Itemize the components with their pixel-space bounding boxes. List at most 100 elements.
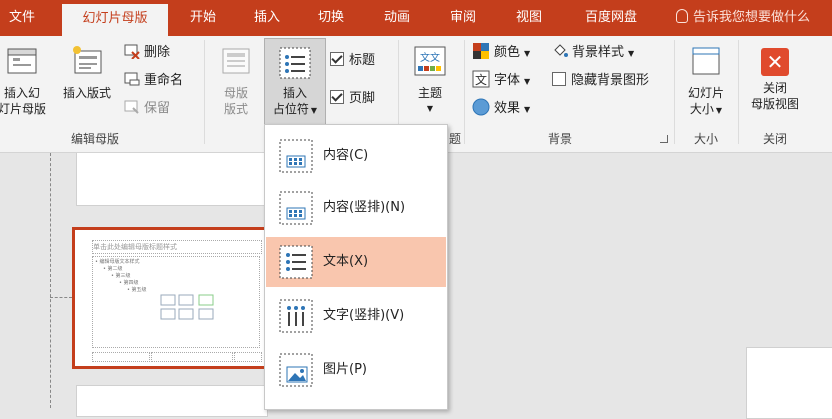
tab-transitions[interactable]: 切换 xyxy=(308,0,354,36)
menu-item-text-label: 文本(X) xyxy=(323,254,369,269)
tab-baidu-netdisk[interactable]: 百度网盘 xyxy=(572,0,650,36)
content-vertical-placeholder-icon xyxy=(279,191,313,225)
slide-master-icon xyxy=(7,48,37,74)
thumbnail-level-2: • 第二级 xyxy=(103,266,123,272)
tab-home[interactable]: 开始 xyxy=(180,0,226,36)
lightbulb-icon xyxy=(676,9,688,23)
title-checkbox-label: 标题 xyxy=(349,53,376,68)
tab-slide-master[interactable]: 幻灯片母版 xyxy=(62,4,168,36)
close-icon: ✕ xyxy=(761,48,789,76)
menu-item-content[interactable]: 内容(C) xyxy=(266,131,446,181)
dialog-launcher-icon[interactable] xyxy=(660,135,668,143)
dropdown-arrow-icon: ▼ xyxy=(524,49,531,58)
effects-label: 效果 xyxy=(494,101,521,116)
thumbnail-level-3: • 第三级 xyxy=(111,273,131,279)
insert-slide-master-button[interactable]: 插入幻 灯片母版 xyxy=(0,44,50,117)
footer-checkbox[interactable]: 页脚 xyxy=(330,88,375,110)
pin-icon xyxy=(124,100,139,114)
group-separator xyxy=(674,40,675,144)
rename-label: 重命名 xyxy=(144,73,184,88)
slide-thumbnail-master-selected[interactable]: 单击此处编辑母版标题样式 • 编辑母版文本样式 • 第二级 • 第三级 • 第四… xyxy=(72,227,268,369)
menu-item-text-vertical[interactable]: 文字(竖排)(V) xyxy=(266,291,446,341)
insert-placeholder-label-2: 占位符 xyxy=(272,102,309,116)
footer-checkbox-label: 页脚 xyxy=(349,91,376,106)
insert-placeholder-button[interactable]: 插入 占位符 ▼ xyxy=(264,38,326,126)
colors-button[interactable]: 颜色 ▼ xyxy=(472,42,530,64)
master-layout-icon xyxy=(222,48,250,74)
text-placeholder-icon xyxy=(279,245,313,279)
group-separator xyxy=(738,40,739,144)
insert-slide-master-label-2: 灯片母版 xyxy=(0,102,46,116)
slide-thumbnail-3[interactable] xyxy=(76,385,268,417)
master-layout-label-2: 版式 xyxy=(223,102,248,116)
thumbnail-footer-placeholder xyxy=(151,352,233,362)
thumbnail-connector-line xyxy=(50,297,72,298)
dropdown-arrow-icon: ▼ xyxy=(524,77,531,86)
effects-icon xyxy=(472,98,490,116)
thumbnail-title-placeholder: 单击此处编辑母版标题样式 xyxy=(92,240,262,254)
slide-size-button[interactable]: 幻灯片 大小 ▼ xyxy=(680,44,732,119)
svg-text:文文: 文文 xyxy=(420,51,440,64)
paint-bucket-icon xyxy=(554,44,568,57)
content-placeholder-icon xyxy=(279,139,313,173)
hide-background-check-icon xyxy=(552,72,566,86)
insert-layout-label: 插入版式 xyxy=(62,86,111,100)
tab-view[interactable]: 视图 xyxy=(506,0,552,36)
colors-label: 颜色 xyxy=(494,45,521,60)
fonts-label: 字体 xyxy=(494,73,521,88)
effects-button[interactable]: 效果 ▼ xyxy=(472,98,530,120)
insert-layout-icon xyxy=(73,46,102,74)
menu-item-text[interactable]: 文本(X) xyxy=(266,237,446,287)
colors-icon xyxy=(473,43,489,59)
theme-icon: 文文 xyxy=(414,46,446,76)
thumbnail-guide-line xyxy=(50,153,51,408)
menu-item-picture[interactable]: 图片(P) xyxy=(266,345,446,395)
thumbnail-body-placeholder: • 编辑母版文本样式 • 第二级 • 第三级 • 第四级 • 第五级 xyxy=(92,256,260,348)
thumbnail-level-4: • 第四级 xyxy=(119,280,139,286)
slide-thumbnail-1[interactable] xyxy=(76,153,268,206)
hide-background-label: 隐藏背景图形 xyxy=(571,73,650,88)
theme-label: 主题 xyxy=(417,86,442,100)
fonts-button[interactable]: 文 字体 ▼ xyxy=(472,70,530,92)
hide-background-checkbox[interactable]: 隐藏背景图形 xyxy=(552,70,649,92)
dropdown-arrow-icon: ▼ xyxy=(715,106,723,115)
tell-me-box[interactable]: 告诉我您想要做什么 xyxy=(676,0,810,36)
ribbon-tab-bar: 文件 幻灯片母版 开始 插入 切换 动画 审阅 视图 百度网盘 告诉我您想要做什… xyxy=(0,0,832,36)
group-separator xyxy=(204,40,205,144)
tab-review[interactable]: 审阅 xyxy=(440,0,486,36)
tell-me-text: 告诉我您想要做什么 xyxy=(693,10,811,25)
close-master-label-2: 母版视图 xyxy=(750,97,799,111)
close-master-label-1: 关闭 xyxy=(762,81,787,95)
title-checkbox[interactable]: 标题 xyxy=(330,50,375,72)
master-layout-button[interactable]: 母版 版式 xyxy=(214,44,258,117)
text-vertical-placeholder-icon xyxy=(279,299,313,333)
slide-size-label-2: 大小 xyxy=(689,102,714,116)
master-layout-label-1: 母版 xyxy=(223,86,248,100)
rename-button[interactable]: 重命名 xyxy=(124,70,183,92)
dropdown-arrow-icon: ▼ xyxy=(524,105,531,114)
insert-placeholder-label-1: 插入 xyxy=(282,86,307,100)
menu-item-text-vertical-label: 文字(竖排)(V) xyxy=(323,308,405,323)
slide-size-icon xyxy=(692,47,720,75)
background-styles-label: 背景样式 xyxy=(572,45,625,60)
insert-slide-master-label-1: 插入幻 xyxy=(3,86,40,100)
tab-file[interactable]: 文件 xyxy=(0,0,44,36)
menu-item-content-vertical[interactable]: 内容(竖排)(N) xyxy=(266,183,446,233)
delete-label: 删除 xyxy=(144,45,171,60)
tab-insert[interactable]: 插入 xyxy=(244,0,290,36)
insert-layout-button[interactable]: 插入版式 xyxy=(56,44,118,101)
thumbnail-date-placeholder xyxy=(92,352,150,362)
dropdown-arrow-icon: ▼ xyxy=(628,49,635,58)
group-separator xyxy=(464,40,465,144)
delete-button[interactable]: 删除 xyxy=(124,42,170,64)
slide-edit-canvas[interactable] xyxy=(746,347,832,419)
preserve-button[interactable]: 保留 xyxy=(124,98,170,120)
title-check-icon xyxy=(330,52,344,66)
thumbnail-body-text: • 编辑母版文本样式 xyxy=(95,259,140,265)
menu-item-picture-label: 图片(P) xyxy=(323,362,367,377)
theme-button[interactable]: 文文 主题 ▼ xyxy=(408,44,452,117)
tab-animations[interactable]: 动画 xyxy=(374,0,420,36)
picture-placeholder-icon xyxy=(279,353,313,387)
background-styles-button[interactable]: 背景样式 ▼ xyxy=(552,42,634,64)
close-master-view-button[interactable]: ✕ 关闭 母版视图 xyxy=(742,44,808,112)
